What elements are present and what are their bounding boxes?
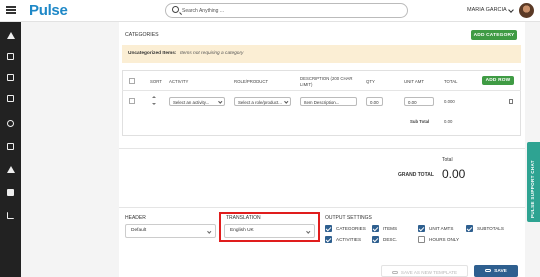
hours-only-checkbox-label: HOURS ONLY (429, 237, 460, 242)
desc-checkbox[interactable] (372, 236, 379, 243)
grand-total-label: GRAND TOTAL (398, 172, 434, 178)
subtotals-checkbox[interactable] (466, 225, 473, 232)
subtotal-value: 0.00 (444, 119, 453, 124)
support-chat-tab[interactable]: PULSE SUPPORT CHAT (527, 142, 540, 222)
top-bar: Pulse MARIA GARCIA (0, 0, 540, 22)
column-header-role: ROLE/PRODUCT (234, 79, 269, 84)
search-input[interactable] (182, 5, 402, 16)
menu-icon[interactable] (6, 6, 16, 14)
uncategorized-banner: Uncategorized Items: Items not requiring… (122, 45, 521, 63)
save-as-new-template-label: SAVE AS NEW TEMPLATE (400, 269, 458, 275)
activity-select[interactable]: Select an activity... (169, 97, 225, 106)
subtotal-label: Sub Total (410, 119, 430, 124)
grand-total-value: 0.00 (442, 167, 466, 181)
sort-up-icon[interactable] (152, 96, 156, 98)
file-icon[interactable] (7, 189, 14, 196)
translation-highlight (219, 212, 320, 242)
add-row-button[interactable]: ADD ROW (482, 76, 514, 85)
unit-amts-checkbox[interactable] (418, 225, 425, 232)
clock-icon[interactable] (7, 120, 14, 127)
categories-title: CATEGORIES (125, 32, 159, 38)
unit-amt-input[interactable]: 0.00 (404, 97, 434, 106)
categories-checkbox-label: CATEGORIES (336, 226, 366, 231)
chevron-down-icon (206, 229, 211, 234)
support-chat-label: PULSE SUPPORT CHAT (530, 160, 535, 218)
column-header-activity: ACTIVITY (169, 79, 189, 84)
chevron-down-icon (283, 99, 288, 104)
column-header-total: TOTAL (444, 79, 458, 84)
banner-title: Uncategorized Items: (128, 51, 177, 56)
column-header-sort: SORT (150, 79, 162, 84)
image-icon[interactable] (7, 143, 14, 150)
chevron-down-icon (217, 99, 222, 104)
activity-select-value: Select an activity... (173, 99, 210, 105)
avatar[interactable] (519, 3, 534, 18)
activities-checkbox[interactable] (325, 236, 332, 243)
banner-text: Items not requiring a category (180, 51, 244, 56)
row-checkbox[interactable] (129, 98, 135, 104)
header-select-value: Default (131, 228, 147, 233)
column-header-description: DESCRIPTION (200 CHAR LIMIT) (300, 76, 353, 87)
column-header-unit-amt: UNIT AMT (404, 79, 424, 84)
desc-checkbox-label: DESC. (383, 237, 398, 242)
cloud-icon (391, 270, 398, 274)
sidebar (0, 22, 21, 277)
settings-divider (119, 207, 525, 208)
categories-checkbox[interactable] (325, 225, 332, 232)
items-checkbox[interactable] (372, 225, 379, 232)
qty-input[interactable]: 0.00 (366, 97, 383, 106)
header-setting-label: HEADER (125, 215, 146, 221)
output-settings-label: OUTPUT SETTINGS (325, 215, 372, 221)
sort-down-icon[interactable] (152, 103, 156, 105)
activities-checkbox-label: ACTIVITIES (336, 237, 362, 242)
calendar-icon[interactable] (7, 95, 14, 102)
search-box[interactable] (165, 3, 408, 18)
documents-icon[interactable] (7, 74, 14, 81)
unit-amts-checkbox-label: UNIT AMTS (429, 226, 454, 231)
header-select[interactable]: Default (125, 224, 216, 238)
hours-only-checkbox[interactable] (418, 236, 425, 243)
description-input[interactable]: Item Description... (300, 97, 357, 106)
items-checkbox-label: ITEMS (383, 226, 398, 231)
role-select[interactable]: Select a role/product... (234, 97, 291, 106)
search-icon (172, 6, 179, 13)
header-divider (122, 90, 521, 91)
pulse-logo[interactable]: Pulse (29, 2, 68, 19)
cloud-upload-icon (485, 268, 492, 272)
save-as-new-template-button[interactable]: SAVE AS NEW TEMPLATE (381, 265, 468, 277)
trash-icon[interactable] (509, 99, 513, 104)
mail-icon[interactable] (7, 53, 14, 60)
role-select-value: Select a role/product... (238, 99, 282, 105)
chevron-down-icon[interactable] (508, 7, 514, 13)
subtotals-checkbox-label: SUBTOTALS (477, 226, 504, 231)
send-icon[interactable] (7, 166, 15, 173)
row-total: 0.000 (444, 99, 455, 104)
user-name[interactable]: MARIA GARCIA (467, 7, 507, 13)
add-category-button[interactable]: ADD CATEGORY (471, 30, 517, 40)
chart-icon[interactable] (7, 212, 14, 219)
select-all-checkbox[interactable] (129, 78, 135, 84)
column-header-qty: QTY (366, 79, 375, 84)
section-divider (119, 148, 525, 149)
total-label: Total (442, 157, 453, 163)
home-icon[interactable] (7, 32, 15, 39)
save-label: SAVE (494, 268, 507, 274)
save-button[interactable]: SAVE (474, 265, 518, 277)
